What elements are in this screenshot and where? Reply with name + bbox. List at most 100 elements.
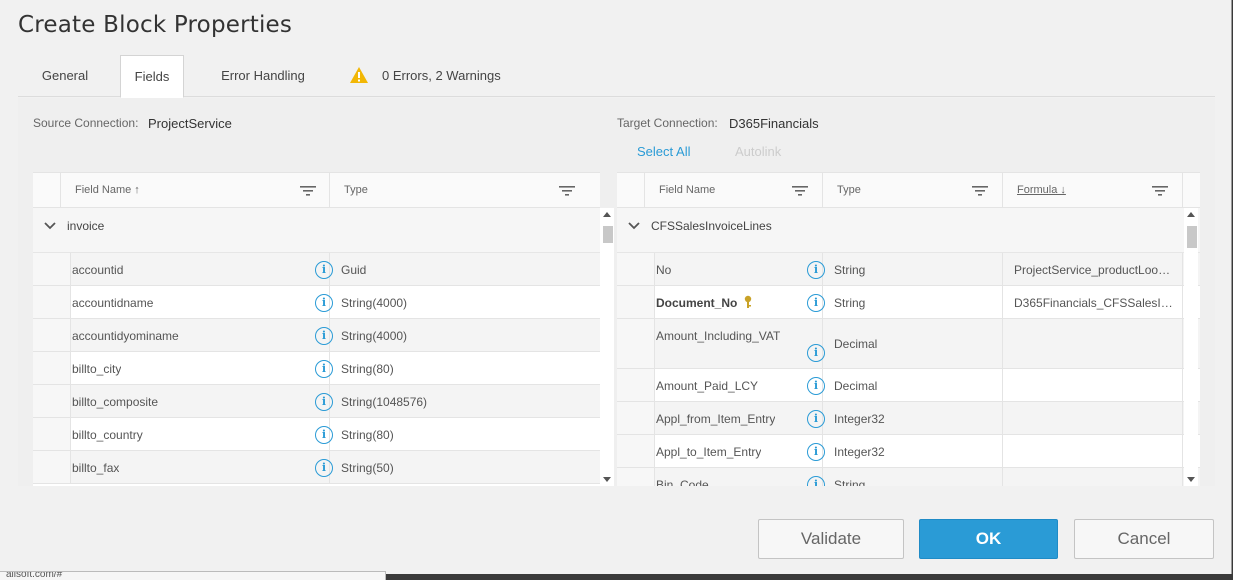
field-name-cell[interactable]: accountid i: [61, 253, 333, 285]
autolink-link[interactable]: Autolink: [735, 144, 781, 159]
type-cell: Integer32: [823, 435, 1003, 467]
table-row[interactable]: billto_country i String(80): [33, 418, 600, 451]
cancel-button[interactable]: Cancel: [1074, 519, 1214, 559]
scrollbar-thumb[interactable]: [603, 226, 613, 243]
source-grid-header: Field Name ↑ Type: [33, 172, 600, 208]
filter-icon[interactable]: [792, 185, 808, 197]
formula-cell[interactable]: [1003, 369, 1183, 401]
field-name-cell[interactable]: accountidname i: [61, 286, 333, 318]
column-header-type[interactable]: Type: [330, 173, 600, 208]
table-row[interactable]: Bin_Code i String: [617, 468, 1200, 486]
field-name-cell[interactable]: accountidyominame i: [61, 319, 333, 351]
source-connection-label: Source Connection:: [33, 116, 139, 130]
column-header-target-type[interactable]: Type: [823, 173, 1003, 208]
type-cell: Integer32: [823, 402, 1003, 434]
target-scrollbar[interactable]: [1184, 208, 1198, 486]
scroll-down-icon[interactable]: [603, 477, 611, 482]
group-row-invoice[interactable]: invoice: [33, 208, 600, 253]
table-row[interactable]: Amount_Including_VAT i Decimal: [617, 319, 1200, 369]
field-name-cell[interactable]: billto_city i: [61, 352, 333, 384]
field-type: String: [834, 478, 866, 486]
source-fields-grid: Field Name ↑ Type invoice accountid i Guid…: [33, 172, 600, 486]
field-type: Integer32: [834, 412, 885, 426]
type-cell: String(80): [330, 418, 600, 450]
field-name-cell[interactable]: billto_country i: [61, 418, 333, 450]
table-row[interactable]: billto_fax i String(50): [33, 451, 600, 484]
ok-button[interactable]: OK: [919, 519, 1058, 559]
field-type: String(50): [341, 461, 394, 475]
field-name-cell[interactable]: billto_composite i: [61, 385, 333, 417]
column-header-target-field-name[interactable]: Field Name: [645, 173, 823, 208]
filter-icon[interactable]: [559, 185, 575, 197]
type-cell: Decimal: [823, 319, 1003, 368]
field-name-cell[interactable]: billto_fax i: [61, 451, 333, 483]
column-header-field-name[interactable]: Field Name ↑: [61, 173, 330, 208]
type-cell: String(80): [330, 352, 600, 384]
chevron-down-icon[interactable]: [43, 219, 57, 233]
formula-cell[interactable]: D365Financials_CFSSalesIn...: [1003, 286, 1183, 318]
filter-icon[interactable]: [1152, 185, 1168, 197]
formula-cell[interactable]: [1003, 468, 1183, 486]
formula-value: ProjectService_productLook...: [1014, 263, 1174, 277]
formula-cell[interactable]: [1003, 435, 1183, 467]
field-type: Decimal: [834, 337, 878, 351]
tab-fields[interactable]: Fields: [120, 55, 184, 98]
field-name: billto_city: [72, 362, 122, 376]
field-type: String: [834, 296, 866, 310]
type-cell: String: [823, 286, 1003, 318]
field-name-cell[interactable]: No i: [645, 253, 825, 285]
browser-status-bar: ailsoft.com/#: [0, 571, 386, 580]
table-row[interactable]: Appl_to_Item_Entry i Integer32: [617, 435, 1200, 468]
table-row[interactable]: Amount_Paid_LCY i Decimal: [617, 369, 1200, 402]
validation-summary[interactable]: 0 Errors, 2 Warnings: [382, 55, 501, 96]
field-type: String(1048576): [341, 395, 428, 409]
formula-cell[interactable]: [1003, 319, 1183, 368]
formula-value: D365Financials_CFSSalesIn...: [1014, 296, 1174, 310]
table-row[interactable]: Document_No i String D365Financials_CFSSale…: [617, 286, 1200, 319]
filter-icon[interactable]: [300, 185, 316, 197]
table-row[interactable]: accountidname i String(4000): [33, 286, 600, 319]
group-row-cfssalesinvoicelines[interactable]: CFSSalesInvoiceLines: [617, 208, 1200, 253]
type-cell: Guid: [330, 253, 600, 285]
field-type: String: [834, 263, 866, 277]
validate-button[interactable]: Validate: [758, 519, 904, 559]
target-fields-grid: Field Name Type Formula ↓ CFSSalesInvoic…: [617, 172, 1200, 486]
scroll-down-icon[interactable]: [1187, 477, 1195, 482]
field-name-cell[interactable]: Bin_Code i: [645, 468, 825, 486]
chevron-down-icon[interactable]: [627, 219, 641, 233]
field-name-cell[interactable]: Amount_Including_VAT i: [645, 319, 825, 368]
table-row[interactable]: billto_city i String(80): [33, 352, 600, 385]
formula-cell[interactable]: [1003, 402, 1183, 434]
source-scrollbar[interactable]: [600, 208, 614, 486]
field-name: accountidyominame: [72, 329, 179, 343]
table-row[interactable]: Appl_from_Item_Entry i Integer32: [617, 402, 1200, 435]
field-type: Guid: [341, 263, 367, 277]
field-name: No: [656, 263, 672, 277]
type-cell: String: [823, 253, 1003, 285]
table-row[interactable]: accountidyominame i String(4000): [33, 319, 600, 352]
field-name: Bin_Code: [656, 478, 709, 486]
target-grid-header: Field Name Type Formula ↓: [617, 172, 1200, 208]
tab-general[interactable]: General: [24, 55, 106, 97]
field-name-cell[interactable]: Amount_Paid_LCY i: [645, 369, 825, 401]
table-row[interactable]: No i String ProjectService_productLook...: [617, 253, 1200, 286]
scrollbar-thumb[interactable]: [1187, 226, 1197, 248]
field-type: String(4000): [341, 296, 408, 310]
field-name-cell[interactable]: Appl_from_Item_Entry i: [645, 402, 825, 434]
warning-icon: [350, 67, 368, 83]
scroll-up-icon[interactable]: [1187, 212, 1195, 217]
target-connection-label: Target Connection:: [617, 116, 718, 130]
field-name: Document_No: [656, 296, 738, 310]
scroll-up-icon[interactable]: [603, 212, 611, 217]
field-type: String(80): [341, 362, 394, 376]
formula-cell[interactable]: ProjectService_productLook...: [1003, 253, 1183, 285]
field-name-cell[interactable]: Document_No i: [645, 286, 825, 318]
select-all-link[interactable]: Select All: [637, 144, 690, 159]
filter-icon[interactable]: [972, 185, 988, 197]
table-row[interactable]: billto_composite i String(1048576): [33, 385, 600, 418]
column-header-formula[interactable]: Formula ↓: [1003, 173, 1183, 208]
field-name-cell[interactable]: Appl_to_Item_Entry i: [645, 435, 825, 467]
field-name: Appl_to_Item_Entry: [656, 445, 762, 459]
table-row[interactable]: accountid i Guid: [33, 253, 600, 286]
tab-error-handling[interactable]: Error Handling: [208, 55, 318, 97]
